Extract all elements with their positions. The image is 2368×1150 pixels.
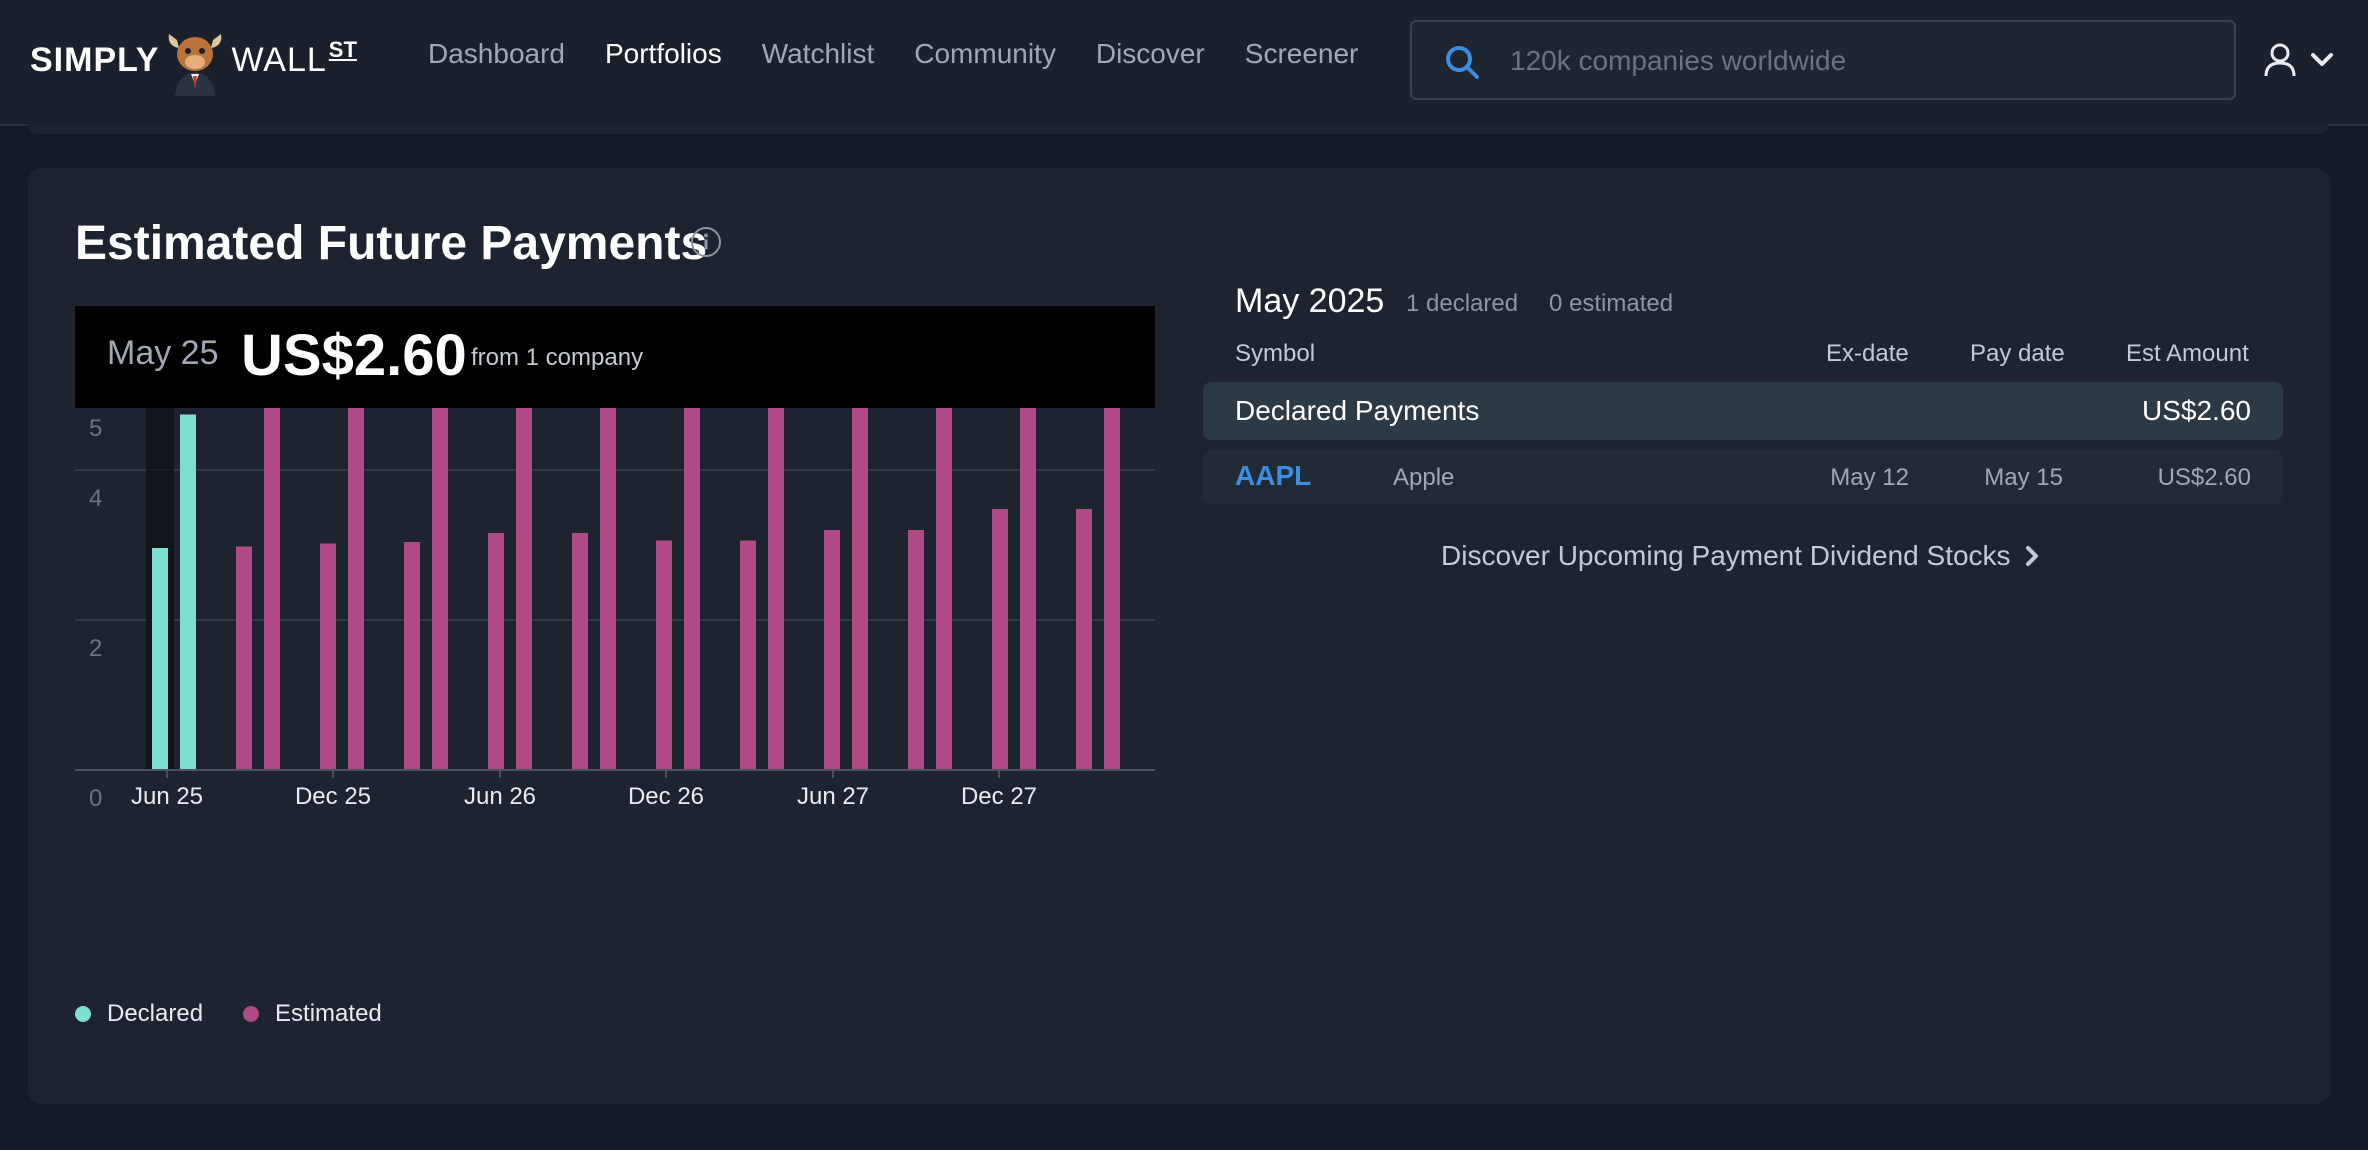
panel-estimated-count: 0 estimated [1549, 290, 1674, 317]
row-symbol-link[interactable]: AAPL [1235, 460, 1311, 492]
card-title: Estimated Future Payments [75, 217, 708, 270]
search-input[interactable] [1508, 22, 2212, 100]
x-tick-label: Jun 26 [464, 783, 536, 810]
row-ex-date: May 12 [1830, 464, 1909, 491]
bar-estimated [852, 347, 868, 770]
chevron-down-icon [2311, 53, 2333, 66]
nav-screener[interactable]: Screener [1245, 38, 1359, 70]
y-tick-label: 4 [89, 485, 102, 512]
bar-estimated [656, 540, 672, 770]
bar-estimated [348, 380, 364, 770]
declared-payments-row: Declared Payments US$2.60 [1203, 382, 2283, 440]
y-tick-label: 5 [89, 415, 102, 442]
discover-dividend-stocks-link[interactable]: Discover Upcoming Payment Dividend Stock… [1441, 540, 2039, 572]
nav-portfolios[interactable]: Portfolios [605, 38, 722, 70]
bar-declared [180, 414, 196, 770]
bar-estimated [992, 509, 1008, 770]
chevron-right-icon [2025, 546, 2038, 566]
col-header-pay-date: Pay date [1970, 340, 2065, 367]
tooltip-amount: US$2.60 [241, 323, 467, 388]
bar-estimated [936, 395, 952, 770]
logo-text-right: WALL [231, 40, 327, 79]
row-company-name: Apple [1393, 464, 1455, 491]
bar-estimated [404, 542, 420, 770]
nav-watchlist[interactable]: Watchlist [762, 38, 875, 70]
legend-declared-label: Declared [107, 1000, 204, 1027]
tooltip-date: May 25 [107, 334, 219, 372]
nav-community[interactable]: Community [914, 38, 1056, 70]
panel-declared-count: 1 declared [1406, 290, 1519, 317]
declared-payments-amount: US$2.60 [2142, 395, 2251, 426]
tooltip-from: from 1 company [471, 344, 644, 371]
col-header-ex-date: Ex-date [1826, 340, 1909, 367]
previous-card-edge [28, 124, 2328, 134]
logo-text-suffix: ST [328, 37, 357, 62]
bar-estimated [488, 533, 504, 770]
chart-legend: Declared Estimated [75, 1000, 382, 1028]
panel-month: May 2025 [1235, 282, 1385, 320]
future-payments-card: Estimated Future Payments 0 2 4 5 Jun 25 Dec … [28, 168, 2330, 1104]
row-pay-date: May 15 [1984, 464, 2063, 491]
user-icon [2264, 43, 2296, 77]
legend-declared-dot [75, 1006, 91, 1022]
nav-dashboard[interactable]: Dashboard [428, 38, 565, 70]
row-amount: US$2.60 [2157, 464, 2251, 491]
x-tick-label: Dec 25 [295, 783, 371, 810]
simply-wall-st-logo[interactable]: SIMPLY WALL ST [30, 20, 357, 100]
bar-estimated [320, 543, 336, 770]
bar-estimated [516, 384, 532, 770]
bar-estimated [1020, 395, 1036, 770]
main-nav: Dashboard Portfolios Watchlist Community… [428, 38, 1398, 70]
x-tick-label: Jun 27 [797, 783, 869, 810]
bar-estimated [908, 530, 924, 770]
bar-estimated [572, 533, 588, 770]
nav-discover[interactable]: Discover [1096, 38, 1205, 70]
info-icon[interactable] [690, 226, 722, 258]
logo-text-left: SIMPLY [30, 40, 160, 79]
x-tick-label: Dec 27 [961, 783, 1037, 810]
x-tick-label: Jun 25 [131, 783, 203, 810]
bar-estimated [1104, 395, 1120, 770]
bar-estimated [600, 347, 616, 770]
table-row[interactable]: AAPL Apple May 12 May 15 US$2.60 [1203, 450, 2283, 504]
y-tick-label: 2 [89, 635, 102, 662]
user-menu[interactable] [2264, 40, 2344, 80]
bar-estimated [264, 380, 280, 770]
top-navigation-bar: SIMPLY WALL ST Dashboard Portfolios Watc… [0, 0, 2368, 126]
discover-link-label: Discover Upcoming Payment Dividend Stock… [1441, 540, 2011, 571]
bull-mascot-icon [169, 34, 222, 96]
search-box [1410, 20, 2236, 100]
search-icon[interactable] [1442, 42, 1482, 82]
x-tick-label: Dec 26 [628, 783, 704, 810]
legend-estimated[interactable]: Estimated [243, 1000, 382, 1028]
bar-estimated [824, 530, 840, 770]
legend-estimated-dot [243, 1006, 260, 1022]
legend-estimated-label: Estimated [275, 1000, 382, 1027]
bar-declared [152, 548, 168, 770]
payments-chart: 0 2 4 5 Jun 25 Dec 25 Jun 26 Dec 26 Jun 27 Dec 27… [75, 306, 1155, 946]
bar-estimated [432, 380, 448, 770]
bar-estimated [1076, 509, 1092, 770]
col-header-symbol: Symbol [1235, 340, 1316, 367]
bar-estimated [740, 540, 756, 770]
bar-estimated [684, 347, 700, 770]
col-header-est-amount: Est Amount [2126, 340, 2249, 367]
legend-declared[interactable]: Declared [75, 1000, 203, 1028]
bar-estimated [768, 347, 784, 770]
bar-estimated [236, 546, 252, 770]
y-tick-label: 0 [89, 785, 102, 812]
chart-tooltip: May 25 US$2.60 from 1 company [75, 306, 1155, 408]
declared-payments-label: Declared Payments [1235, 395, 1480, 426]
